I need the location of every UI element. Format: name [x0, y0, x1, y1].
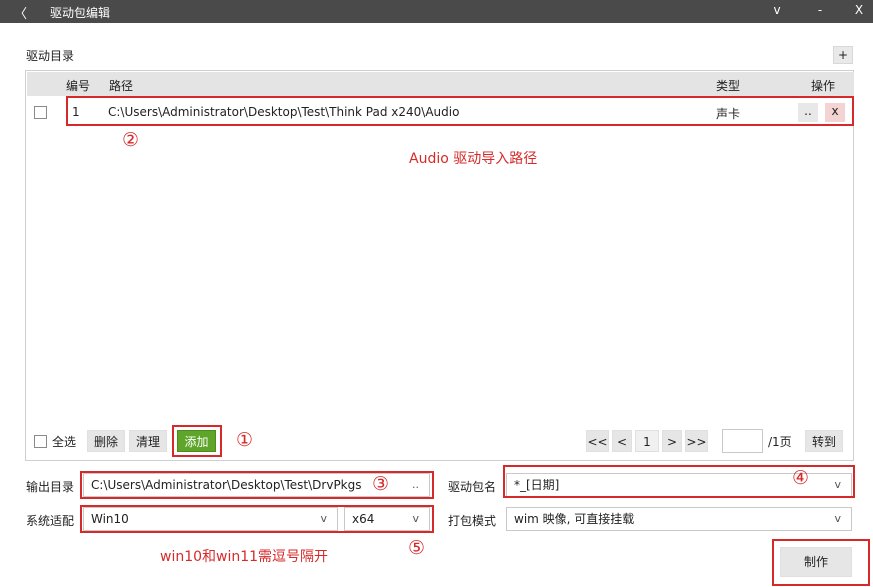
chevron-down-icon: v — [834, 512, 841, 525]
pack-mode-select[interactable]: wim 映像, 可直接挂载 v — [506, 507, 852, 531]
output-dir-label: 输出目录 — [26, 480, 75, 494]
restore-button[interactable]: - — [812, 3, 828, 17]
clear-button[interactable]: 清理 — [129, 430, 167, 452]
annotation-2: ② — [122, 129, 140, 151]
package-name-label: 驱动包名 — [448, 480, 497, 494]
close-button[interactable]: X — [851, 3, 867, 17]
select-all-checkbox[interactable] — [34, 435, 47, 448]
page-total: /1页 — [768, 435, 792, 449]
highlight-make — [772, 539, 870, 586]
table-header: 编号 路径 类型 操作 — [27, 72, 854, 96]
driver-table: 编号 路径 类型 操作 — [25, 70, 854, 461]
annotation-win-note: win10和win11需逗号隔开 — [160, 549, 329, 565]
select-all-label: 全选 — [52, 435, 77, 449]
col-index: 编号 — [66, 79, 91, 93]
annotation-3: ③ — [372, 473, 390, 495]
highlight-add — [172, 425, 222, 457]
pager-next-button[interactable]: > — [662, 430, 682, 452]
pager-first-button[interactable]: << — [586, 430, 609, 452]
pager-current: 1 — [635, 430, 659, 452]
annotation-4: ④ — [792, 467, 810, 489]
system-label: 系统适配 — [26, 514, 75, 528]
col-path: 路径 — [109, 79, 134, 93]
add-dir-button[interactable]: + — [833, 46, 853, 64]
minimize-button[interactable]: v — [769, 3, 785, 17]
title-bar: 〈 驱动包编辑 v - X — [0, 0, 873, 23]
page-input[interactable] — [722, 429, 763, 453]
driver-dir-label: 驱动目录 — [26, 49, 75, 63]
delete-button[interactable]: 删除 — [87, 430, 125, 452]
col-action: 操作 — [811, 79, 836, 93]
goto-button[interactable]: 转到 — [805, 430, 843, 452]
annotation-1: ① — [236, 429, 254, 451]
row-checkbox[interactable] — [34, 106, 47, 119]
annotation-5: ⑤ — [408, 537, 426, 559]
pager-prev-button[interactable]: < — [612, 430, 632, 452]
highlight-system — [80, 505, 434, 533]
annotation-audio-note: Audio 驱动导入路径 — [409, 151, 538, 167]
back-icon[interactable]: 〈 — [14, 3, 27, 22]
window-title: 驱动包编辑 — [50, 6, 111, 20]
highlight-row — [66, 96, 854, 126]
col-type: 类型 — [716, 79, 741, 93]
pack-mode-label: 打包模式 — [448, 514, 497, 528]
pack-mode-value: wim 映像, 可直接挂载 — [514, 512, 635, 526]
pager-last-button[interactable]: >> — [685, 430, 708, 452]
